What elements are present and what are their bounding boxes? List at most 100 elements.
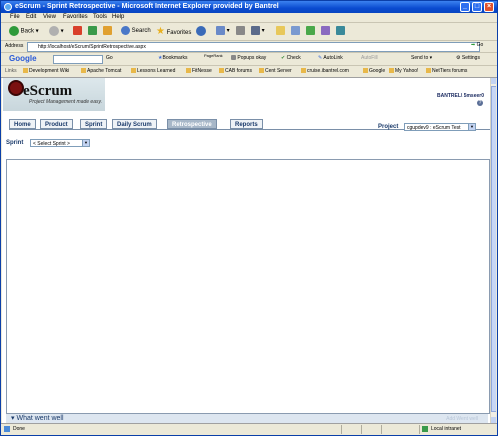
- check-icon: ✔: [281, 55, 286, 61]
- intranet-icon: [422, 426, 428, 432]
- menu-help[interactable]: Help: [112, 14, 124, 20]
- tab-reports[interactable]: Reports: [230, 119, 263, 129]
- standard-toolbar: Back ▾ ▾ Search ★ Favorites ▾ ▾: [1, 23, 497, 41]
- autolink-button[interactable]: ✎ AutoLink: [318, 55, 343, 61]
- link-google[interactable]: Google: [363, 68, 385, 74]
- edit-icon: [251, 26, 260, 35]
- link-icon: [81, 68, 86, 73]
- link-cruise[interactable]: cruise.ibantrel.com: [301, 68, 349, 74]
- forward-arrow-icon: [49, 26, 59, 36]
- help-icon[interactable]: ?: [477, 100, 483, 106]
- project-label: Project: [378, 124, 399, 130]
- link-cent-server[interactable]: Cent Server: [259, 68, 292, 74]
- link-fitnesse[interactable]: FitNesse: [186, 68, 212, 74]
- address-bar: Address http://localhost/eScrum/SprintRe…: [1, 41, 497, 53]
- link-cab-forums[interactable]: CAB forums: [219, 68, 252, 74]
- media-button[interactable]: [196, 26, 206, 37]
- history-button[interactable]: ▾: [216, 26, 230, 37]
- menu-view[interactable]: View: [43, 14, 56, 20]
- home-icon: [103, 26, 112, 35]
- tool-icon: [321, 26, 330, 35]
- title-bar: eScrum - Sprint Retrospective - Microsof…: [1, 1, 497, 13]
- forward-button[interactable]: ▾: [49, 26, 64, 37]
- link-icon: [389, 68, 394, 73]
- stop-icon: [73, 26, 82, 35]
- tab-sprint[interactable]: Sprint: [80, 119, 108, 129]
- bookmarks-button[interactable]: ★Bookmarks: [158, 55, 188, 61]
- menu-favorites[interactable]: Favorites: [63, 14, 88, 20]
- menu-file[interactable]: File: [10, 14, 20, 20]
- check-button[interactable]: ✔ Check: [281, 55, 301, 61]
- back-arrow-icon: [9, 26, 19, 36]
- edit-button[interactable]: ▾: [251, 26, 265, 37]
- logo-name: eScrum: [23, 83, 73, 99]
- minimize-button[interactable]: _: [460, 2, 470, 12]
- window-title: eScrum - Sprint Retrospective - Microsof…: [15, 3, 279, 10]
- tab-daily-scrum[interactable]: Daily Scrum: [112, 119, 157, 129]
- status-divider: [361, 425, 362, 434]
- add-went-well-button[interactable]: Add Went well: [446, 414, 478, 423]
- sendto-button[interactable]: Send to ▾: [411, 55, 432, 61]
- google-logo: Google: [9, 54, 37, 63]
- back-button[interactable]: Back ▾: [9, 26, 39, 37]
- status-bar: Done Local intranet: [1, 423, 497, 435]
- google-search-input[interactable]: [53, 55, 103, 64]
- menu-edit[interactable]: Edit: [26, 14, 36, 20]
- status-text: Done: [13, 426, 25, 432]
- folder-icon: [276, 26, 285, 35]
- search-icon: [121, 26, 130, 35]
- stop-button[interactable]: [73, 26, 82, 37]
- tool-button-2[interactable]: [336, 26, 345, 37]
- status-divider: [419, 425, 420, 434]
- maximize-button[interactable]: □: [472, 2, 482, 12]
- search-button[interactable]: Search: [121, 26, 151, 37]
- section-title: What went well: [16, 415, 64, 422]
- scroll-up-icon[interactable]: [491, 78, 496, 84]
- link-lessons-learned[interactable]: Lessons Learned: [131, 68, 175, 74]
- google-settings-button[interactable]: ⚙ Settings: [456, 55, 480, 61]
- sprint-select[interactable]: < Select Sprint > ▼: [30, 139, 90, 147]
- scrollbar-thumb[interactable]: [491, 86, 496, 412]
- link-icon: [23, 68, 28, 73]
- google-go-button[interactable]: Go: [106, 55, 113, 61]
- tool-button[interactable]: [321, 26, 330, 37]
- link-icon: [426, 68, 431, 73]
- popups-button[interactable]: Popups okay: [231, 55, 266, 61]
- tab-home[interactable]: Home: [9, 119, 36, 129]
- chevron-down-icon: ▼: [468, 124, 475, 130]
- address-input[interactable]: http://localhost/eScrum/SprintRetrospect…: [27, 42, 480, 52]
- favorites-button[interactable]: ★ Favorites: [156, 26, 191, 37]
- go-button[interactable]: ➡ Go: [471, 42, 483, 48]
- ie-logo-icon: [4, 3, 12, 11]
- go-arrow-icon: ➡: [471, 42, 476, 48]
- printer-icon: [236, 26, 245, 35]
- messenger-icon: [306, 26, 315, 35]
- link-icon: [219, 68, 224, 73]
- sprint-label: Sprint: [6, 140, 24, 146]
- what-went-well-header[interactable]: ▾ What went well Add Went well: [6, 413, 488, 423]
- escrum-logo-icon: [8, 80, 24, 96]
- home-button[interactable]: [103, 26, 112, 37]
- discuss-button[interactable]: [276, 26, 285, 37]
- link-my-yahoo[interactable]: My Yahoo!: [389, 68, 418, 74]
- research-icon: [291, 26, 300, 35]
- research-button[interactable]: [291, 26, 300, 37]
- refresh-button[interactable]: [88, 26, 97, 37]
- tab-product[interactable]: Product: [40, 119, 73, 129]
- pagerank-indicator: PageRank: [204, 53, 223, 58]
- tab-retrospective[interactable]: Retrospective: [167, 119, 217, 129]
- link-nettiers-forums[interactable]: NetTiers forums: [426, 68, 467, 74]
- close-button[interactable]: ×: [484, 2, 494, 12]
- browser-window: eScrum - Sprint Retrospective - Microsof…: [0, 0, 498, 436]
- link-apache-tomcat[interactable]: Apache Tomcat: [81, 68, 121, 74]
- tool-icon: [336, 26, 345, 35]
- autofill-button[interactable]: AutoFill: [361, 55, 378, 61]
- project-select[interactable]: cgupdev9 : eScrum Test ▼: [404, 123, 476, 131]
- vertical-scrollbar[interactable]: [490, 78, 496, 423]
- links-bar: Links Development Wiki Apache Tomcat Les…: [1, 66, 497, 78]
- messenger-button[interactable]: [306, 26, 315, 37]
- menu-tools[interactable]: Tools: [93, 14, 107, 20]
- print-button[interactable]: [236, 26, 245, 37]
- link-development-wiki[interactable]: Development Wiki: [23, 68, 69, 74]
- popup-blocker-icon: [231, 55, 236, 61]
